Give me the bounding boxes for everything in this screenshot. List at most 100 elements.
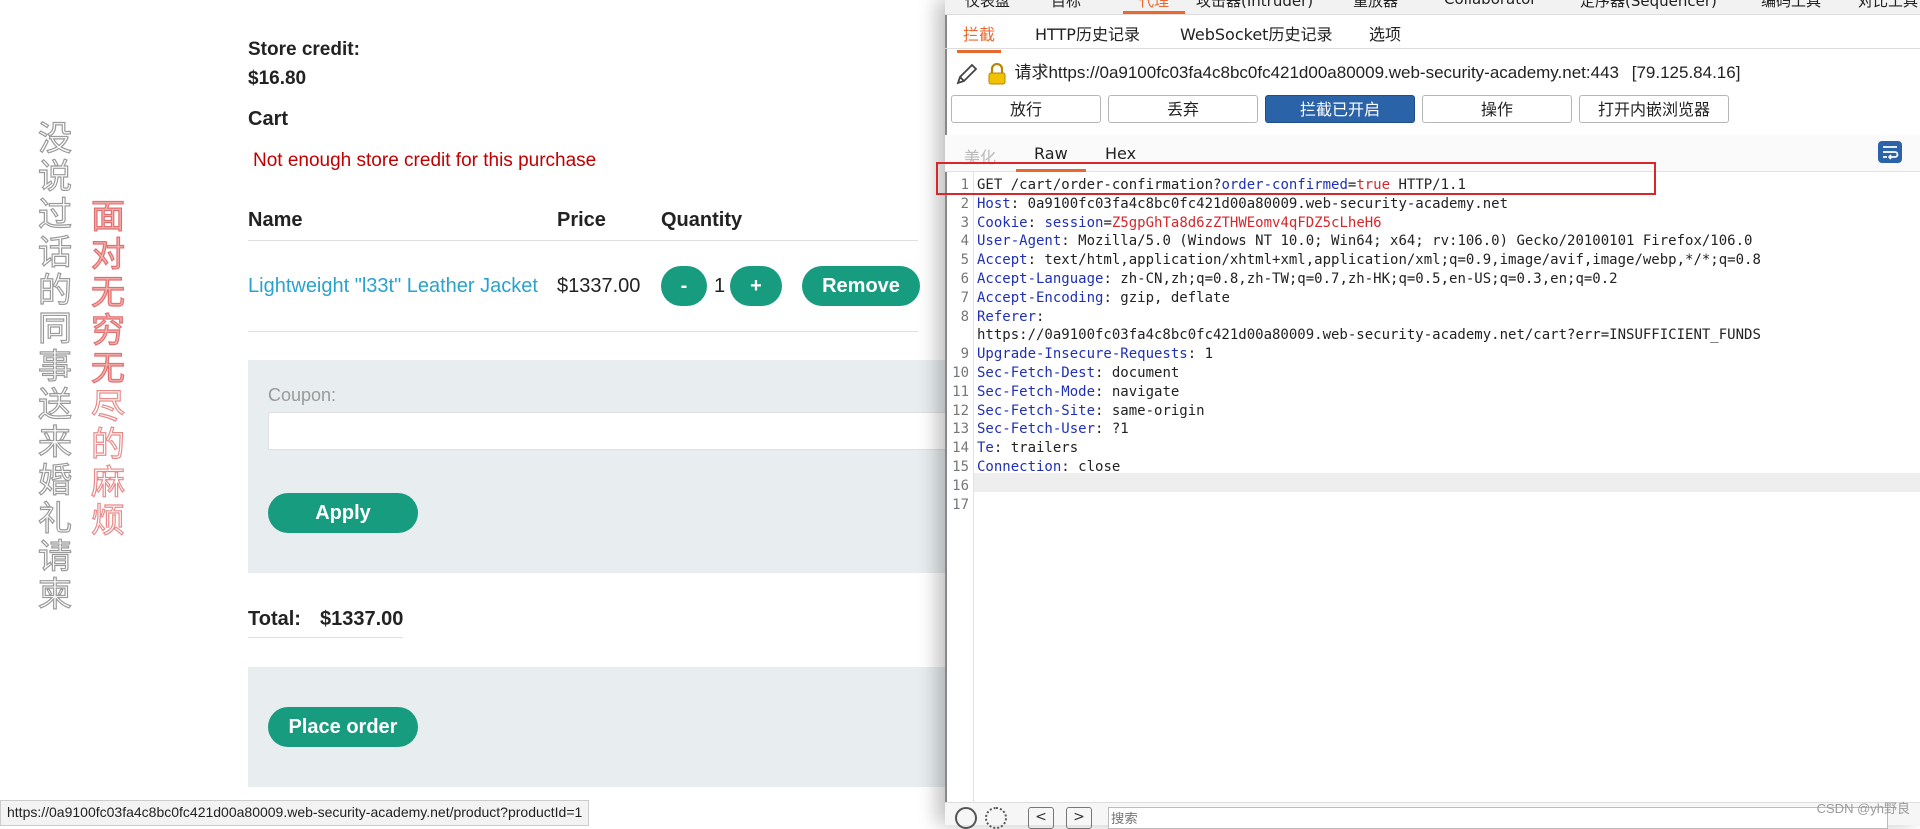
column-header-quantity: Quantity: [661, 209, 743, 231]
header-line: Accept-Encoding: gzip, deflate: [977, 289, 1230, 306]
tab-intruder[interactable]: 攻击器(Intruder): [1196, 0, 1313, 11]
line-number: 13: [952, 421, 969, 438]
apply-coupon-button[interactable]: Apply: [268, 493, 418, 533]
tab-options[interactable]: 选项: [1369, 21, 1401, 45]
tab-collaborator[interactable]: Collaborator: [1444, 0, 1536, 8]
header-line: Upgrade-Insecure-Requests: 1: [977, 346, 1214, 363]
store-credit-label: Store credit:: [248, 39, 360, 60]
help-icon[interactable]: [955, 807, 977, 829]
request-line-highlight-box: [936, 162, 1656, 195]
total-divider: [248, 637, 403, 638]
overlay-char: 礼: [37, 499, 72, 539]
header-line-wrapped: https://0a9100fc03fa4c8bc0fc421d00a80009…: [977, 327, 1761, 344]
gear-icon[interactable]: [985, 807, 1007, 829]
tab-raw[interactable]: Raw: [1016, 144, 1086, 172]
product-link[interactable]: Lightweight "l33t" Leather Jacket: [248, 275, 538, 298]
place-order-button[interactable]: Place order: [268, 707, 418, 747]
line-number: 3: [960, 214, 969, 231]
request-url: 请求https://0a9100fc03fa4c8bc0fc421d00a800…: [1014, 63, 1619, 82]
tab-comparer[interactable]: 对比工具: [1858, 0, 1918, 11]
header-line: Sec-Fetch-Dest: document: [977, 365, 1180, 381]
overlay-char: 麻: [90, 463, 125, 503]
overlay-red-text: 面 对 无 穷 无 尽 的 麻 烦: [88, 197, 128, 541]
tab-hex[interactable]: Hex: [1105, 144, 1136, 163]
line-number: 2: [960, 195, 969, 212]
table-divider: [248, 331, 918, 332]
coupon-input[interactable]: [268, 412, 945, 450]
line-number: 16: [952, 477, 969, 494]
overlay-char: 无: [90, 273, 125, 313]
header-line: User-Agent: Mozilla/5.0 (Windows NT 10.0…: [977, 233, 1753, 250]
request-ip: [79.125.84.16]: [1631, 63, 1741, 82]
header-line: Referer:: [977, 308, 1045, 325]
line-number: 11: [952, 383, 969, 400]
line-number: 9: [960, 346, 969, 363]
burp-proxy-panel: 仪表盘 目标 代理 攻击器(Intruder) 重放器 Collaborator…: [936, 0, 1920, 829]
overlay-char: 来: [37, 423, 72, 463]
tab-dashboard[interactable]: 仪表盘: [965, 0, 1010, 11]
cart-title: Cart: [248, 108, 289, 130]
overlay-char: 烦: [90, 501, 125, 541]
line-number: 6: [960, 271, 969, 287]
total-value: $1337.00: [320, 608, 404, 630]
tab-target[interactable]: 目标: [1051, 0, 1081, 11]
tab-decoder[interactable]: 编码工具: [1761, 0, 1821, 11]
forward-button[interactable]: 放行: [951, 95, 1101, 123]
remove-button[interactable]: Remove: [802, 266, 920, 306]
overlay-char: 过: [37, 195, 72, 235]
overlay-char: 对: [90, 235, 125, 275]
coupon-section: [248, 360, 945, 573]
request-info: 请求https://0a9100fc03fa4c8bc0fc421d00a800…: [955, 58, 1740, 86]
table-divider: [248, 240, 918, 241]
store-credit-value: $16.80: [248, 68, 307, 89]
total-label: Total:: [248, 608, 301, 630]
action-button[interactable]: 操作: [1422, 95, 1572, 123]
tab-sequencer[interactable]: 定序器(Sequencer): [1580, 0, 1717, 11]
header-line: Sec-Fetch-Site: same-origin: [977, 402, 1205, 419]
line-number: 17: [952, 496, 969, 513]
overlay-char: 的: [90, 425, 125, 465]
pencil-icon[interactable]: [955, 62, 979, 86]
intercept-toggle-button[interactable]: 拦截已开启: [1265, 95, 1415, 123]
column-header-name: Name: [248, 209, 303, 231]
previous-match-button[interactable]: <: [1028, 807, 1054, 829]
next-match-button[interactable]: >: [1066, 807, 1092, 829]
tab-proxy[interactable]: 代理: [1123, 0, 1186, 14]
search-input[interactable]: [1108, 807, 1888, 829]
line-number: 7: [960, 289, 969, 306]
tab-intercept[interactable]: 拦截: [956, 21, 1002, 53]
overlay-char: 尽: [90, 387, 125, 427]
header-line: Host: 0a9100fc03fa4c8bc0fc421d00a80009.w…: [977, 195, 1509, 212]
increase-quantity-button[interactable]: +: [730, 266, 782, 306]
header-line: Sec-Fetch-Mode: navigate: [977, 383, 1180, 400]
overlay-char: 婚: [37, 461, 72, 501]
overlay-grey-text: 没 说 过 话 的 同 事 送 来 婚 礼 请 柬: [35, 119, 75, 614]
shop-page: 没 说 过 话 的 同 事 送 来 婚 礼 请 柬 面 对 无 穷 无 尽 的 …: [0, 0, 945, 826]
open-browser-button[interactable]: 打开内嵌浏览器: [1579, 95, 1729, 123]
line-number: 12: [952, 402, 969, 419]
request-editor[interactable]: 1 2 3 4 5 6 7 8 9 10 11 12 13 14 15 16 1…: [945, 172, 1920, 802]
overlay-char: 的: [37, 271, 72, 311]
header-line: Cookie: session=Z5gpGhTa8d6zZTHWEomv4qFD…: [977, 214, 1382, 231]
line-number: 15: [952, 459, 969, 475]
coupon-label: Coupon:: [268, 385, 337, 405]
watermark-text: CSDN @yh野良: [1816, 801, 1910, 816]
header-line: Accept: text/html,application/xhtml+xml,…: [977, 252, 1761, 269]
header-line: Te: trailers: [977, 440, 1079, 457]
wrap-lines-icon[interactable]: [1878, 141, 1902, 163]
overlay-char: 穷: [90, 311, 125, 351]
overlay-char: 请: [37, 537, 72, 577]
main-tab-bar: 仪表盘 目标 代理 攻击器(Intruder) 重放器 Collaborator…: [945, 0, 1920, 15]
overlay-char: 事: [37, 347, 72, 387]
tab-http-history[interactable]: HTTP历史记录: [1035, 21, 1140, 45]
overlay-char: 说: [37, 157, 72, 197]
line-number: 14: [952, 440, 969, 457]
drop-button[interactable]: 丢弃: [1108, 95, 1258, 123]
line-number: 8: [960, 308, 969, 325]
overlay-char: 送: [37, 385, 72, 425]
line-number: 4: [960, 233, 969, 250]
tab-websocket-history[interactable]: WebSocket历史记录: [1180, 21, 1332, 45]
decrease-quantity-button[interactable]: -: [661, 266, 707, 306]
item-quantity: 1: [714, 275, 726, 297]
tab-repeater[interactable]: 重放器: [1353, 0, 1398, 11]
